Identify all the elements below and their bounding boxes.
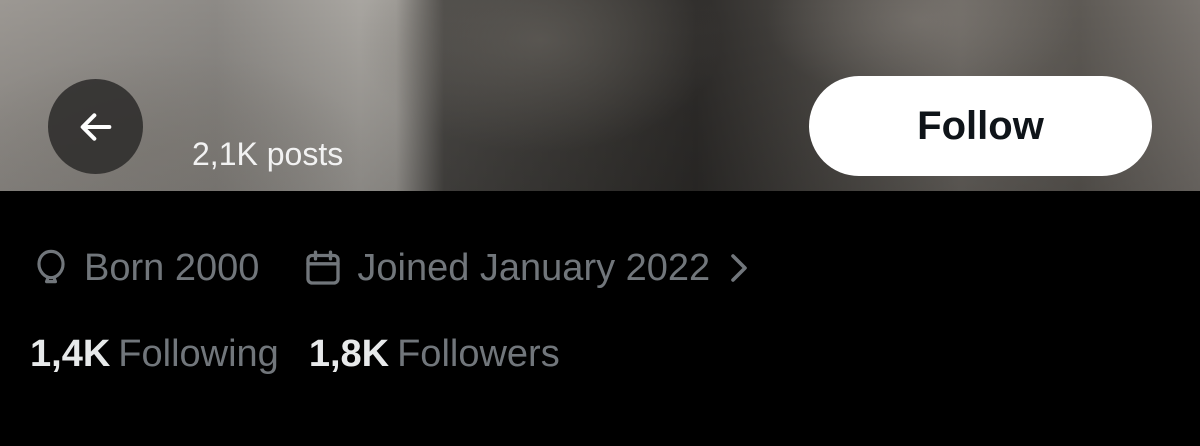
birth-date: Born 2000 [32,247,259,290]
birth-text: Born 2000 [84,246,260,289]
following-count: 1,4K [30,332,111,375]
back-button[interactable] [48,79,143,174]
balloon-icon [32,247,84,289]
followers-label: Followers [397,332,560,375]
followers-count: 1,8K [308,332,390,375]
arrow-left-icon [76,107,116,147]
follow-button[interactable]: Follow [809,76,1152,176]
post-count: 2,1K posts [192,136,344,172]
calendar-icon [303,248,357,288]
joined-text: Joined January 2022 [357,246,711,289]
profile-meta: Born 2000 Joined January 2022 [32,244,762,292]
chevron-right-icon [730,253,762,283]
following-link[interactable]: 1,4K Following [30,333,279,376]
joined-date[interactable]: Joined January 2022 [303,247,762,290]
followers-link[interactable]: 1,8K Followers [309,333,560,376]
follow-stats: 1,4K Following 1,8K Followers [30,330,560,378]
following-label: Following [118,332,279,375]
